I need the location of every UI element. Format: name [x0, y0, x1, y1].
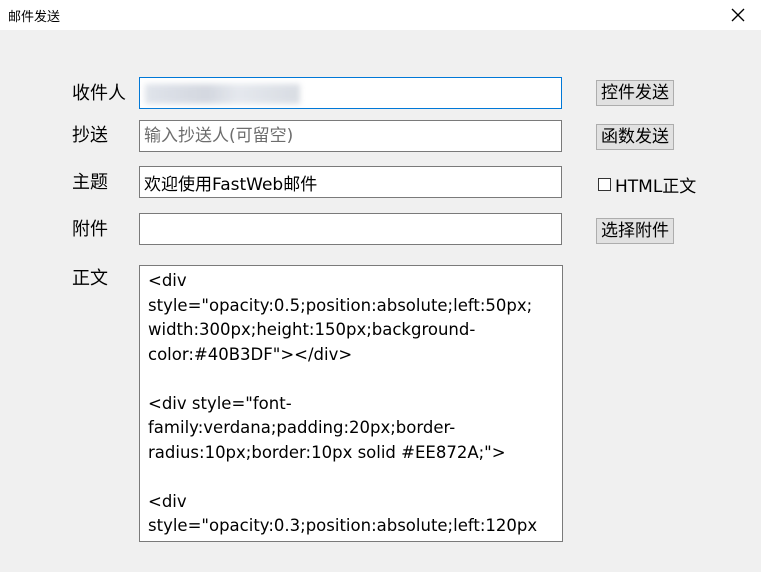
subject-label: 主题: [72, 172, 108, 193]
function-send-button[interactable]: 函数发送: [596, 124, 674, 150]
subject-input[interactable]: [139, 166, 562, 198]
mail-send-window: 邮件发送 收件人 抄送 主题 附件 正文 <div style="opacity…: [0, 0, 761, 572]
cc-input[interactable]: [139, 120, 562, 152]
window-title: 邮件发送: [8, 10, 61, 25]
checkbox-box[interactable]: [598, 177, 611, 191]
attachment-input[interactable]: [139, 213, 562, 245]
to-input[interactable]: [139, 77, 562, 109]
control-send-button[interactable]: 控件发送: [596, 80, 674, 106]
body-text: <div style="opacity:0.5;position:absolut…: [148, 271, 538, 541]
select-attachment-button[interactable]: 选择附件: [596, 218, 674, 244]
title-bar: 邮件发送: [0, 0, 761, 30]
attachment-label: 附件: [72, 219, 108, 240]
html-body-checkbox[interactable]: HTML正文: [598, 172, 697, 197]
to-label: 收件人: [72, 83, 126, 104]
body-textarea[interactable]: <div style="opacity:0.5;position:absolut…: [139, 265, 563, 542]
cc-label: 抄送: [72, 125, 108, 146]
close-button[interactable]: [715, 0, 761, 30]
close-icon: [731, 8, 745, 22]
html-body-label: HTML正文: [615, 176, 697, 197]
body-label: 正文: [72, 268, 108, 289]
